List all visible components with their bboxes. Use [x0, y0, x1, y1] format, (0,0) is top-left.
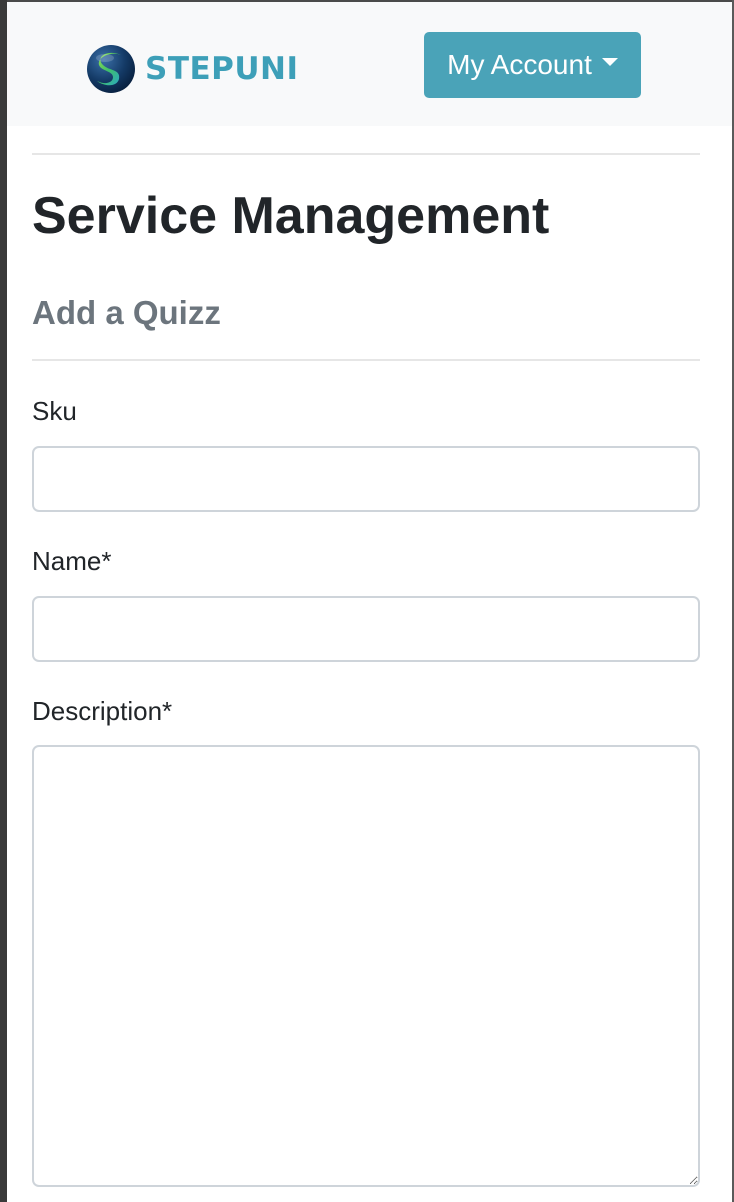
form-subtitle: Add a Quizz [32, 294, 221, 331]
window-frame-left [0, 0, 7, 1202]
description-textarea[interactable] [32, 745, 700, 1187]
page-title: Service Management [32, 187, 550, 245]
name-input[interactable] [32, 596, 700, 662]
description-label: Description* [32, 696, 173, 726]
header-divider [32, 153, 700, 155]
top-navbar: STEPUNI My Account [7, 2, 732, 126]
brand-name: STEPUNI [145, 51, 299, 87]
sku-label: Sku [32, 396, 77, 426]
my-account-dropdown-button[interactable]: My Account [424, 32, 641, 98]
name-label: Name* [32, 546, 112, 576]
form-divider [32, 359, 700, 361]
brand-link[interactable]: STEPUNI [85, 43, 299, 95]
account-button-label: My Account [447, 49, 592, 80]
stepuni-logo-icon [87, 45, 135, 93]
sku-input[interactable] [32, 446, 700, 512]
caret-down-icon [601, 58, 618, 66]
